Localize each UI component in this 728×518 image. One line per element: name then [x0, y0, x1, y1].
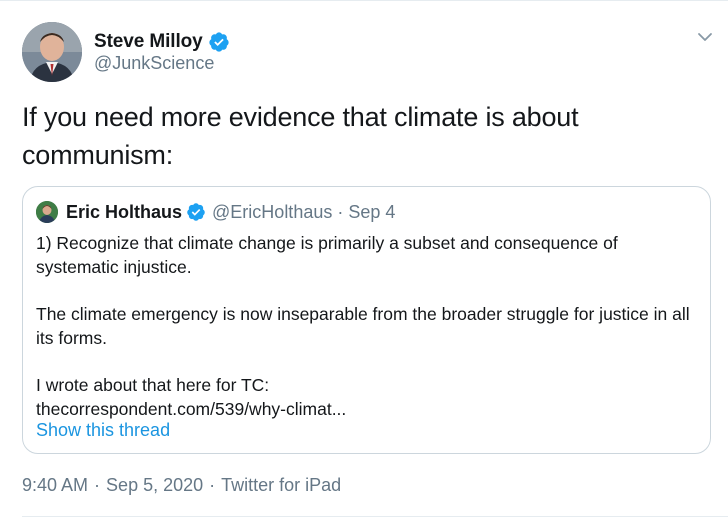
footer-separator: ·	[209, 475, 216, 495]
quoted-date: Sep 4	[348, 201, 396, 222]
author-name-row: Steve Milloy	[94, 29, 230, 55]
verified-badge-icon	[208, 31, 230, 53]
quoted-separator: ·	[337, 201, 344, 222]
chevron-down-icon[interactable]	[696, 28, 714, 46]
avatar[interactable]	[22, 22, 82, 82]
bottom-divider	[22, 516, 728, 517]
tweet-time[interactable]: 9:40 AM	[22, 475, 88, 496]
tweet-source[interactable]: Twitter for iPad	[221, 475, 341, 496]
quoted-tweet-card[interactable]: Eric Holthaus @EricHolthaus · Sep 4 1) R…	[22, 186, 711, 454]
tweet-text: If you need more evidence that climate i…	[22, 102, 579, 170]
author-handle[interactable]: @JunkScience	[94, 53, 214, 74]
footer-separator: ·	[94, 475, 101, 495]
quoted-paragraph: The climate emergency is now inseparable…	[36, 304, 690, 348]
verified-badge-icon	[186, 202, 206, 222]
tweet-date[interactable]: Sep 5, 2020	[106, 475, 203, 496]
quoted-intro-line: I wrote about that here for TC:	[36, 375, 270, 395]
quoted-paragraph: 1) Recognize that climate change is prim…	[36, 233, 618, 277]
quoted-avatar	[36, 201, 58, 223]
quoted-tweet-header: Eric Holthaus @EricHolthaus · Sep 4	[36, 200, 395, 224]
quoted-author-handle: @EricHolthaus	[212, 201, 333, 222]
tweet-metadata: 9:40 AM · Sep 5, 2020 · Twitter for iPad	[22, 475, 341, 496]
top-divider	[0, 0, 728, 1]
show-thread-link[interactable]: Show this thread	[36, 420, 170, 441]
quoted-author-name: Eric Holthaus	[66, 201, 183, 222]
quoted-paragraph-link: I wrote about that here for TC: thecorre…	[36, 373, 701, 421]
quoted-link[interactable]: thecorrespondent.com/539/why-climat...	[36, 397, 701, 421]
quoted-tweet-body: 1) Recognize that climate change is prim…	[36, 231, 701, 421]
author-name[interactable]: Steve Milloy	[94, 31, 203, 53]
